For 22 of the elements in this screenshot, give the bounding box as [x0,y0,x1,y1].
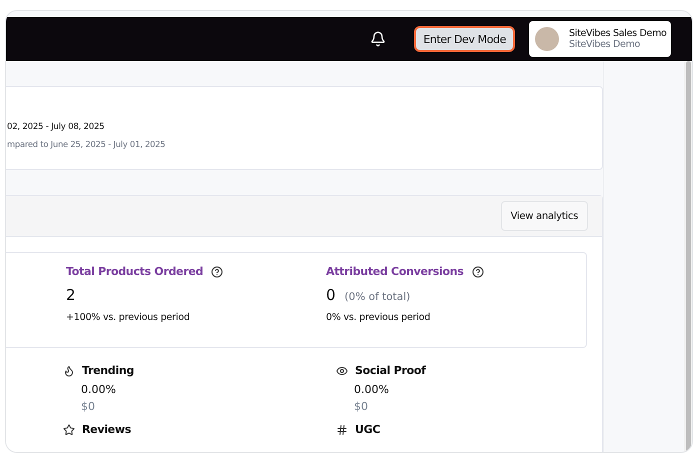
metric-change: +100% vs. previous period [66,312,191,323]
feature-revenue: $0 [354,400,369,413]
organization-name: SiteVibes Demo [569,39,642,50]
feature-revenue: $0 [81,400,96,413]
feature-rate: 0.00% [81,383,117,396]
comparison-range: mpared to June 25, 2025 - July 01, 2025 [7,139,166,149]
metric-value: 2 [66,286,76,304]
metric-value: 0 [326,286,336,304]
dev-mode-button[interactable]: Enter Dev Mode [414,26,515,52]
metric-change: 0% vs. previous period [326,312,432,323]
view-analytics-button[interactable]: View analytics [500,201,588,231]
user-menu[interactable]: SiteVibes Sales Demo SiteVibes Demo [529,21,671,57]
feature-name: Trending [82,364,134,377]
user-name: SiteVibes Sales Demo [569,28,667,39]
feature-name: Reviews [82,423,131,436]
metric-title: Attributed Conversions [326,265,464,278]
feature-rate: 0.00% [354,383,390,396]
date-range: 02, 2025 - July 08, 2025 [7,122,106,132]
feature-name: Social Proof [355,364,426,377]
feature-name: UGC [355,423,380,436]
metric-title: Total Products Ordered [66,265,204,278]
metric-share: (0% of total) [344,291,410,303]
